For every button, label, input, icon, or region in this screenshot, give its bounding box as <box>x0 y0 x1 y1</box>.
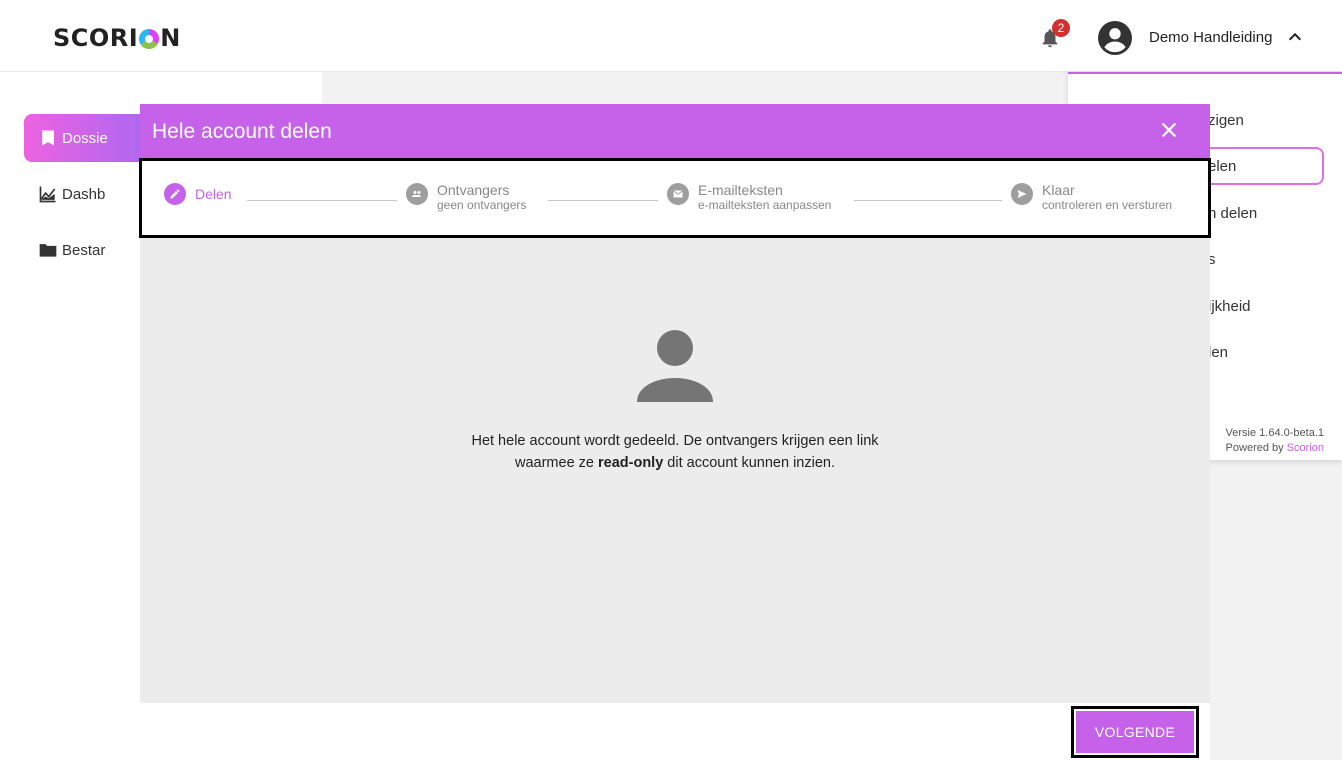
description-line-2b: dit account kunnen inzien. <box>663 455 835 471</box>
menu-item[interactable]: zigen <box>1208 112 1244 129</box>
sidebar-item-dossier[interactable]: Dossie <box>24 114 140 162</box>
description-line-1: Het hele account wordt gedeeld. De ontva… <box>471 433 879 449</box>
step-connector <box>247 200 397 201</box>
next-button-label: VOLGENDE <box>1076 711 1194 753</box>
logo-o-icon <box>139 29 160 49</box>
dialog-header: Hele account delen <box>140 104 1210 158</box>
dialog-title: Hele account delen <box>152 120 332 143</box>
menu-item-active[interactable]: elen <box>1208 158 1236 175</box>
mail-icon <box>667 183 689 205</box>
version-text: Versie 1.64.0-beta.1 <box>1225 427 1324 439</box>
version-info: Versie 1.64.0-beta.1 Powered by Scorion <box>1226 426 1324 456</box>
sidebar-item-label: Dashb <box>62 185 106 203</box>
share-account-dialog: Hele account delen Delen Ontvangers geen… <box>139 104 1211 760</box>
sidebar-item-label: Dossie <box>62 129 108 147</box>
step-connector <box>854 200 1002 201</box>
chart-icon <box>39 186 56 203</box>
notification-badge: 2 <box>1052 19 1070 37</box>
send-icon <box>1011 183 1033 205</box>
step-sublabel: geen ontvangers <box>437 198 527 212</box>
scorion-logo[interactable]: SCORI N <box>53 24 181 52</box>
menu-item[interactable]: n delen <box>1208 205 1257 222</box>
bookmark-icon <box>42 130 54 146</box>
pencil-icon <box>164 183 186 205</box>
description-bold: read-only <box>598 455 664 471</box>
close-icon[interactable] <box>1158 119 1180 141</box>
sidebar-item-label: Bestar <box>62 241 106 259</box>
step-sublabel: controleren en versturen <box>1042 198 1173 212</box>
next-button[interactable]: VOLGENDE <box>1071 706 1199 758</box>
dialog-body: Het hele account wordt gedeeld. De ontva… <box>140 238 1210 703</box>
step-delen[interactable]: Delen <box>164 183 232 205</box>
step-e-mailteksten[interactable]: E-mailteksten e-mailteksten aanpassen <box>667 183 831 213</box>
folder-icon <box>39 244 57 257</box>
share-description: Het hele account wordt gedeeld. De ontva… <box>375 430 975 474</box>
user-avatar-icon[interactable] <box>1098 21 1132 55</box>
chevron-up-icon[interactable] <box>1287 29 1303 45</box>
step-sublabel: e-mailteksten aanpassen <box>698 198 832 212</box>
top-bar: SCORI N 2 Demo Handleiding <box>0 0 1342 72</box>
step-klaar[interactable]: Klaar controleren en versturen <box>1011 183 1172 213</box>
menu-item[interactable]: len <box>1208 344 1228 361</box>
dialog-footer: VOLGENDE <box>140 703 1210 760</box>
user-name[interactable]: Demo Handleiding <box>1149 29 1272 46</box>
step-ontvangers[interactable]: Ontvangers geen ontvangers <box>406 183 526 213</box>
people-icon <box>406 183 428 205</box>
powered-by-text: Powered by <box>1225 442 1284 454</box>
step-label: E-mailteksten <box>698 182 783 198</box>
step-label: Delen <box>195 186 232 202</box>
step-label: Klaar <box>1042 182 1075 198</box>
logo-text: SCORI <box>53 24 139 52</box>
person-icon <box>637 330 713 402</box>
step-connector <box>548 200 658 201</box>
stepper: Delen Ontvangers geen ontvangers E-mailt… <box>139 158 1211 238</box>
logo-text-end: N <box>160 24 181 52</box>
step-label: Ontvangers <box>437 182 510 198</box>
description-line-2a: waarmee ze <box>515 455 599 471</box>
menu-item[interactable]: ijkheid <box>1208 298 1251 315</box>
brand-link[interactable]: Scorion <box>1287 442 1324 454</box>
